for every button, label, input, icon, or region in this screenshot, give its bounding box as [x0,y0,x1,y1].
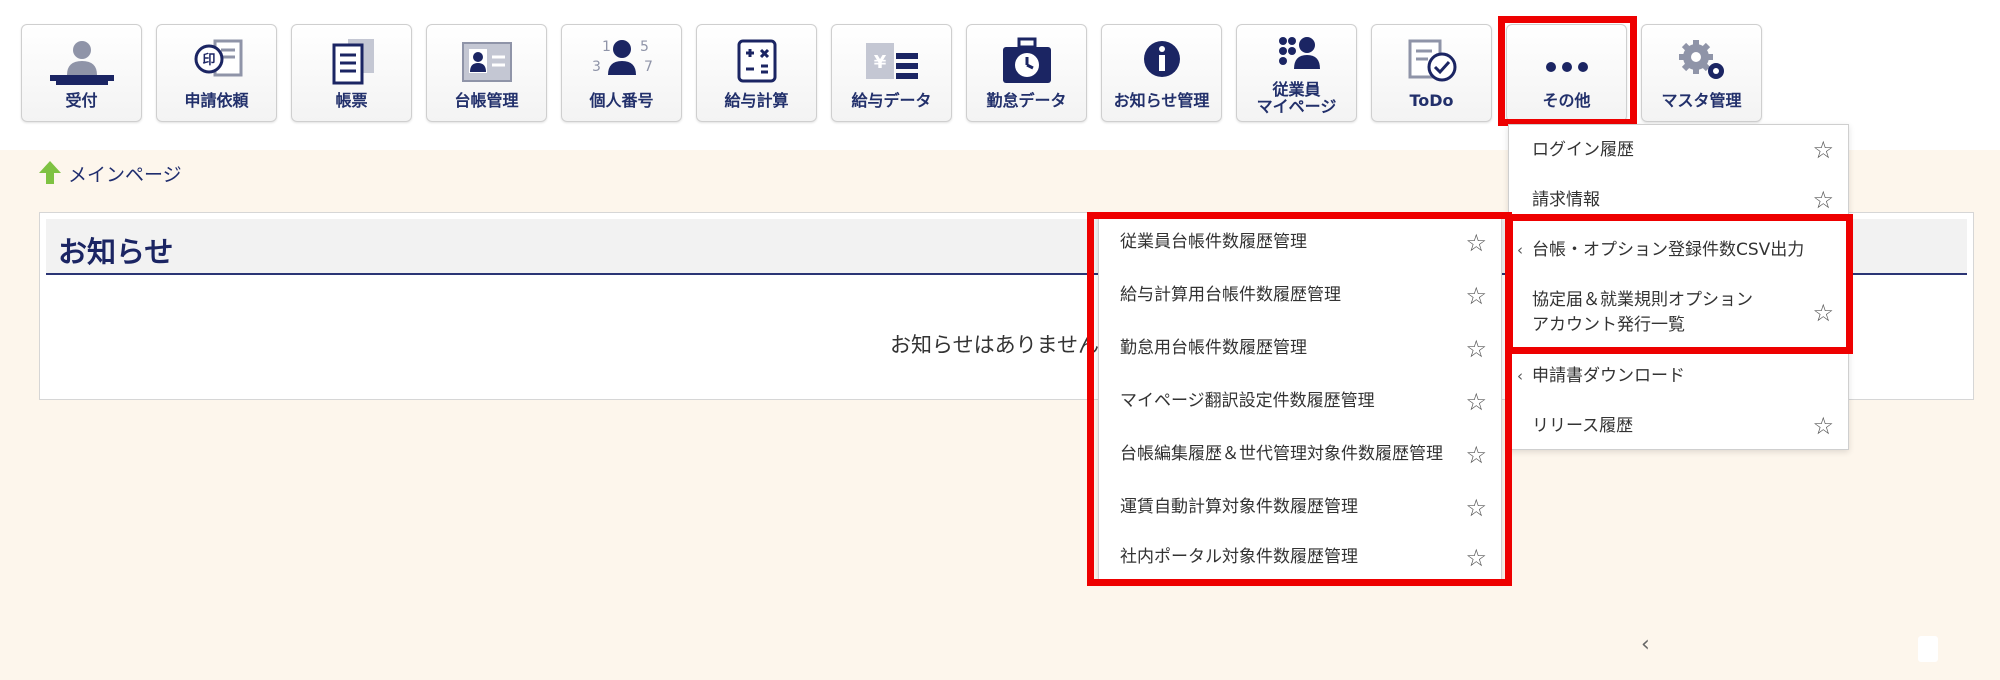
favorite-star-icon[interactable]: ☆ [1812,136,1834,164]
favorite-star-icon[interactable]: ☆ [1812,412,1834,440]
nav-label-line2: マイページ [1256,97,1337,116]
menu-item-label: 勤怠用台帳件数履歴管理 [1120,338,1307,358]
menu-item-label: 従業員台帳件数履歴管理 [1120,232,1307,252]
nav-application-request-button[interactable]: 印 申請依頼 [156,24,277,122]
menu-item-label-line1: 協定届＆就業規則オプション [1532,290,1753,310]
nav-payroll-data-button[interactable]: ¥ 給与データ [831,24,952,122]
more-dots-icon [1545,62,1588,72]
breadcrumb: メインページ [38,158,182,188]
favorite-star-icon[interactable]: ☆ [1465,544,1487,572]
favorite-star-icon[interactable]: ☆ [1465,388,1487,416]
svg-text:7: 7 [644,59,653,75]
breadcrumb-main-page-link[interactable]: メインページ [68,160,182,187]
other-dropdown-menu: ログイン履歴 ☆ 請求情報 ☆ ‹ 台帳・オプション登録件数CSV出力 協定届＆… [1508,124,1849,450]
clock-bag-icon [1002,37,1051,83]
menu-item-label: 台帳編集履歴＆世代管理対象件数履歴管理 [1120,444,1443,464]
menu-item-billing-info[interactable]: 請求情報 ☆ [1509,175,1848,225]
menu-item-label: マイページ翻訳設定件数履歴管理 [1120,391,1375,411]
notice-empty-message: お知らせはありません [890,333,1099,357]
menu-item-agreement-account-list[interactable]: 協定届＆就業規則オプション アカウント発行一覧 ☆ [1509,275,1848,351]
gears-icon [1678,40,1724,79]
menu-item-label: ログイン履歴 [1532,139,1634,160]
menu-item-label: リリース履歴 [1532,415,1634,436]
chevron-left-icon: ‹ [1517,241,1523,259]
id-card-icon [461,42,512,82]
nav-label-line1: 従業員 [1272,80,1321,99]
todo-check-icon [1408,39,1456,82]
menu-item-label: 申請書ダウンロード [1532,365,1685,386]
menu-item-label: 給与計算用台帳件数履歴管理 [1120,285,1341,305]
submenu-item-attendance-ledger-history[interactable]: 勤怠用台帳件数履歴管理 ☆ [1099,322,1501,375]
menu-item-label: 請求情報 [1532,189,1600,210]
submenu-item-ledger-edit-generation-history[interactable]: 台帳編集履歴＆世代管理対象件数履歴管理 ☆ [1099,428,1501,481]
nav-master-management-button[interactable]: マスタ管理 [1641,24,1762,122]
favorite-star-icon[interactable]: ☆ [1812,186,1834,214]
favorite-star-icon[interactable]: ☆ [1812,299,1834,327]
employee-mypage-icon [1278,37,1320,69]
nav-payroll-calculation-button[interactable]: 給与計算 [696,24,817,122]
submenu-item-portal-history[interactable]: 社内ポータル対象件数履歴管理 ☆ [1099,534,1501,581]
menu-item-label: 運賃自動計算対象件数履歴管理 [1120,497,1358,517]
menu-item-application-download[interactable]: ‹ 申請書ダウンロード [1509,351,1848,401]
person-desk-icon [49,41,114,85]
menu-item-login-history[interactable]: ログイン履歴 ☆ [1509,125,1848,175]
svg-text:印: 印 [202,53,215,68]
calculator-icon [737,39,776,83]
favorite-star-icon[interactable]: ☆ [1465,229,1487,257]
submenu-item-mypage-translation-history[interactable]: マイページ翻訳設定件数履歴管理 ☆ [1099,375,1501,428]
yen-data-icon: ¥ [865,43,918,79]
scroll-indicator[interactable] [1918,636,1938,662]
nav-personal-number-button[interactable]: 1 3 5 7 個人番号 [561,24,682,122]
csv-export-submenu: 従業員台帳件数履歴管理 ☆ 給与計算用台帳件数履歴管理 ☆ 勤怠用台帳件数履歴管… [1098,215,1502,580]
favorite-star-icon[interactable]: ☆ [1465,282,1487,310]
nav-employee-mypage-button[interactable]: 従業員 マイページ [1236,24,1357,122]
nav-forms-button[interactable]: 帳票 [291,24,412,122]
submenu-item-fare-auto-calc-history[interactable]: 運賃自動計算対象件数履歴管理 ☆ [1099,481,1501,534]
chevron-left-icon[interactable]: ‹ [1641,632,1650,657]
seal-document-icon: 印 [194,39,242,77]
svg-text:¥: ¥ [873,52,886,73]
submenu-item-employee-ledger-history[interactable]: 従業員台帳件数履歴管理 ☆ [1099,216,1501,269]
menu-item-label: 社内ポータル対象件数履歴管理 [1120,547,1358,567]
nav-attendance-data-button[interactable]: 勤怠データ [966,24,1087,122]
menu-item-label-line2: アカウント発行一覧 [1532,315,1685,335]
chevron-left-icon: ‹ [1517,367,1523,385]
notice-title: お知らせ [58,235,174,269]
favorite-star-icon[interactable]: ☆ [1465,335,1487,363]
menu-item-release-history[interactable]: リリース履歴 ☆ [1509,401,1848,451]
home-arrow-icon [39,161,61,184]
nav-reception-button[interactable]: 受付 [21,24,142,122]
submenu-item-payroll-ledger-history[interactable]: 給与計算用台帳件数履歴管理 ☆ [1099,269,1501,322]
nav-ledger-management-button[interactable]: 台帳管理 [426,24,547,122]
nav-todo-button[interactable]: ToDo [1371,24,1492,122]
person-number-icon: 1 3 5 7 [592,39,653,75]
menu-item-ledger-option-csv[interactable]: ‹ 台帳・オプション登録件数CSV出力 [1509,225,1848,275]
menu-item-label: 台帳・オプション登録件数CSV出力 [1532,239,1805,260]
nav-other-button[interactable]: その他 [1506,24,1627,122]
document-stack-icon [332,39,374,85]
svg-text:3: 3 [592,59,601,75]
svg-text:5: 5 [640,39,649,55]
svg-text:1: 1 [602,39,611,55]
nav-notice-management-button[interactable]: お知らせ管理 [1101,24,1222,122]
info-icon [1143,41,1180,77]
favorite-star-icon[interactable]: ☆ [1465,441,1487,469]
favorite-star-icon[interactable]: ☆ [1465,494,1487,522]
